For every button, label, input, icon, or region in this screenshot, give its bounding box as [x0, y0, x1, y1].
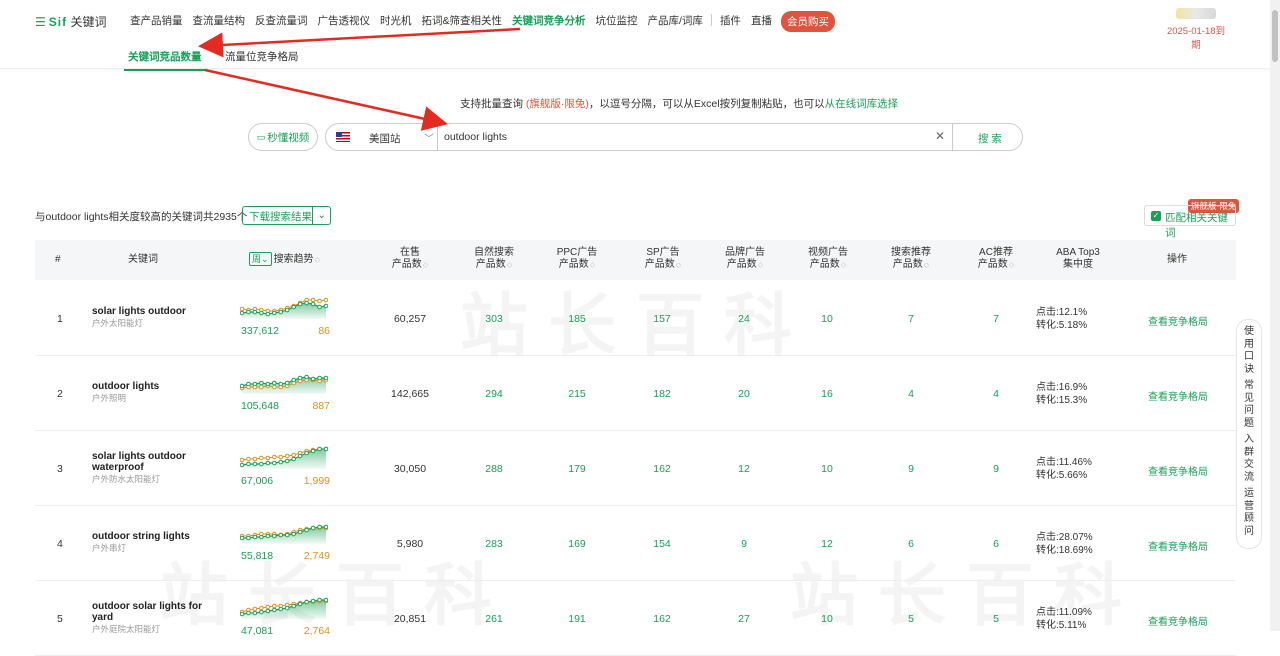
sidebar-item-faq[interactable]: 常见问题: [1237, 380, 1261, 430]
annotation-arrows: [198, 27, 521, 131]
sidebar-item-consultant[interactable]: 运营顾问: [1237, 488, 1261, 538]
arrow-shape: [204, 68, 448, 131]
arrow-shape: [198, 27, 521, 58]
floating-help-sidebar: 使用口诀 常见问题 入群交流 运营顾问: [1236, 319, 1262, 549]
sidebar-item-group[interactable]: 入群交流: [1237, 434, 1261, 484]
sidebar-item-tips[interactable]: 使用口诀: [1237, 326, 1261, 376]
scrollbar-thumb[interactable]: [1272, 10, 1278, 62]
scrollbar[interactable]: [1270, 0, 1280, 631]
